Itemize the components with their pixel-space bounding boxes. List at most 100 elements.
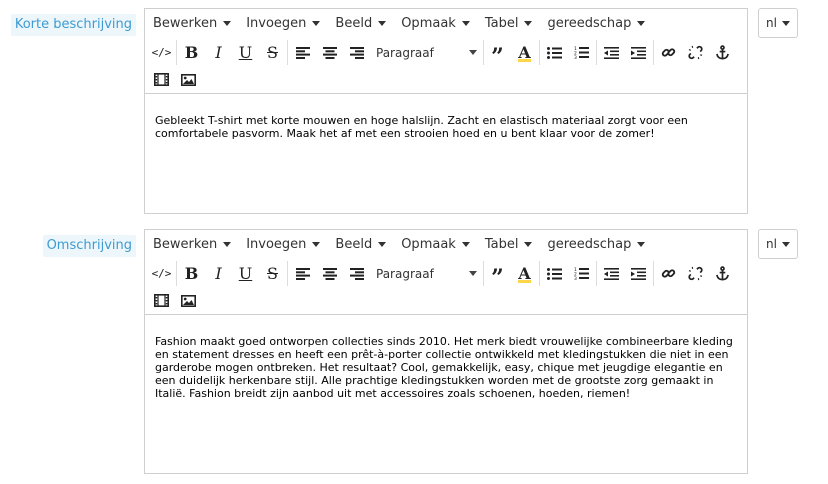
- caret-down-icon: [781, 241, 790, 247]
- text-color-button[interactable]: A: [511, 261, 538, 286]
- menu-insert[interactable]: Invoegen: [242, 237, 324, 252]
- anchor-button[interactable]: [709, 40, 736, 65]
- numbered-list-button[interactable]: 123: [568, 40, 595, 65]
- field-label: Omschrijving: [42, 235, 136, 257]
- film-icon: [154, 294, 169, 307]
- menu-edit[interactable]: Bewerken: [149, 16, 235, 31]
- strikethrough-button[interactable]: S: [259, 40, 286, 65]
- format-select[interactable]: Paragraaf: [370, 40, 484, 65]
- film-icon: [154, 73, 169, 86]
- indent-button[interactable]: [625, 261, 652, 286]
- anchor-button[interactable]: [709, 261, 736, 286]
- format-select-value: Paragraaf: [376, 266, 434, 281]
- blockquote-button[interactable]: ”: [484, 40, 511, 70]
- align-right-button[interactable]: [343, 261, 370, 286]
- caret-down-icon: [637, 20, 646, 26]
- toolbar-separator: [653, 261, 654, 286]
- menu-table-label: Tabel: [484, 236, 519, 252]
- menu-view[interactable]: Beeld: [331, 16, 390, 31]
- unlink-icon: [688, 45, 703, 60]
- language-select[interactable]: nl: [758, 8, 798, 38]
- menu-tools-label: gereedschap: [547, 15, 632, 31]
- source-code-button[interactable]: </>: [148, 261, 175, 286]
- editor-content[interactable]: Fashion maakt goed ontworpen collecties …: [145, 314, 747, 472]
- svg-text:3: 3: [574, 55, 577, 59]
- menu-view[interactable]: Beeld: [331, 237, 390, 252]
- insert-image-button[interactable]: [175, 288, 202, 313]
- menu-format-label: Opmaak: [401, 236, 456, 252]
- insert-media-button[interactable]: [148, 288, 175, 313]
- toolbar-separator: [176, 40, 177, 65]
- align-left-button[interactable]: [289, 261, 316, 286]
- editor-toolbar: </> B I U S Paragraaf ” A 1 2 3: [145, 258, 747, 314]
- numbered-list-button[interactable]: 123: [568, 261, 595, 286]
- blockquote-button[interactable]: ”: [484, 261, 511, 291]
- menu-format-label: Opmaak: [401, 15, 456, 31]
- format-select[interactable]: Paragraaf: [370, 261, 484, 286]
- menu-table[interactable]: Tabel: [481, 237, 537, 252]
- outdent-icon: [604, 267, 619, 280]
- menu-tools-label: gereedschap: [547, 236, 632, 252]
- editor-content[interactable]: Gebleekt T-shirt met korte mouwen en hog…: [145, 93, 747, 212]
- unlink-button[interactable]: [682, 40, 709, 65]
- language-select[interactable]: nl: [758, 229, 798, 259]
- menu-edit[interactable]: Bewerken: [149, 237, 235, 252]
- image-icon: [181, 73, 196, 86]
- outdent-button[interactable]: [598, 261, 625, 286]
- menu-format[interactable]: Opmaak: [397, 16, 474, 31]
- strikethrough-icon: S: [267, 43, 278, 62]
- align-left-button[interactable]: [289, 40, 316, 65]
- caret-down-icon: [223, 20, 232, 26]
- outdent-button[interactable]: [598, 40, 625, 65]
- menu-insert[interactable]: Invoegen: [242, 16, 324, 31]
- text-color-button[interactable]: A: [511, 40, 538, 65]
- italic-icon: I: [215, 264, 222, 283]
- underline-icon: U: [238, 264, 253, 283]
- align-center-button[interactable]: [316, 261, 343, 286]
- indent-button[interactable]: [625, 40, 652, 65]
- align-right-button[interactable]: [343, 40, 370, 65]
- bullet-list-button[interactable]: [541, 261, 568, 286]
- caret-down-icon: [637, 241, 646, 247]
- caret-down-icon: [378, 241, 387, 247]
- format-select-value: Paragraaf: [376, 45, 434, 60]
- menu-insert-label: Invoegen: [246, 15, 307, 31]
- align-left-icon: [295, 267, 310, 280]
- code-icon: </>: [151, 46, 172, 59]
- italic-button[interactable]: I: [205, 40, 232, 65]
- bullet-list-button[interactable]: [541, 40, 568, 65]
- insert-link-button[interactable]: [655, 261, 682, 286]
- caret-down-icon: [312, 241, 321, 247]
- italic-button[interactable]: I: [205, 261, 232, 286]
- bold-button[interactable]: B: [178, 261, 205, 286]
- menu-table[interactable]: Tabel: [481, 16, 537, 31]
- editor-menubar: Bewerken Invoegen Beeld Opmaak Tabel ger…: [145, 9, 747, 37]
- link-icon: [661, 269, 676, 278]
- align-center-icon: [322, 267, 337, 280]
- menu-tools[interactable]: gereedschap: [543, 16, 649, 31]
- toolbar-separator: [287, 40, 288, 65]
- source-code-button[interactable]: </>: [148, 40, 175, 65]
- menu-format[interactable]: Opmaak: [397, 237, 474, 252]
- bullet-list-icon: [547, 267, 562, 280]
- menu-tools[interactable]: gereedschap: [543, 237, 649, 252]
- bold-button[interactable]: B: [178, 40, 205, 65]
- indent-icon: [631, 46, 646, 59]
- toolbar-separator: [287, 261, 288, 286]
- insert-media-button[interactable]: [148, 67, 175, 92]
- align-center-button[interactable]: [316, 40, 343, 65]
- align-left-icon: [295, 46, 310, 59]
- insert-link-button[interactable]: [655, 40, 682, 65]
- menu-insert-label: Invoegen: [246, 236, 307, 252]
- insert-image-button[interactable]: [175, 67, 202, 92]
- field-label: Korte beschrijving: [10, 14, 136, 36]
- toolbar-separator: [596, 261, 597, 286]
- underline-button[interactable]: U: [232, 40, 259, 65]
- caret-down-icon: [223, 241, 232, 247]
- unlink-button[interactable]: [682, 261, 709, 286]
- strikethrough-button[interactable]: S: [259, 261, 286, 286]
- toolbar-row: [148, 287, 747, 314]
- underline-button[interactable]: U: [232, 261, 259, 286]
- rich-text-editor: Bewerken Invoegen Beeld Opmaak Tabel ger…: [144, 229, 748, 474]
- anchor-icon: [716, 266, 729, 281]
